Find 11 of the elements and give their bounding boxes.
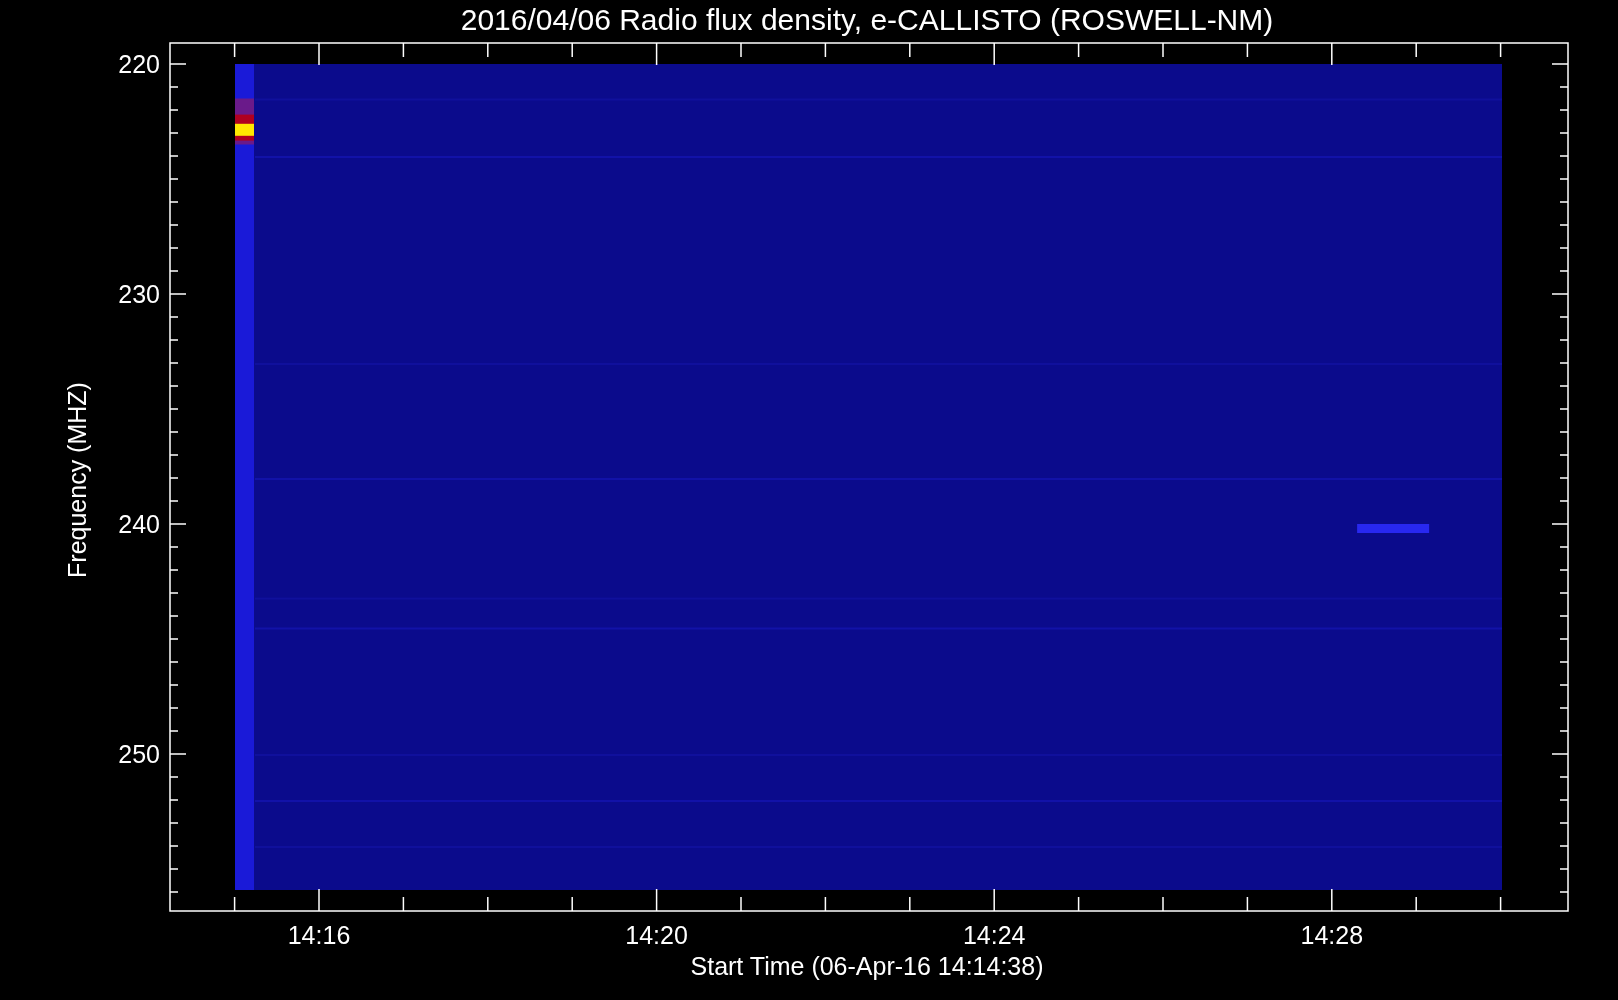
tick-label: 14:24 xyxy=(962,921,1026,949)
axis-label: Frequency (MHZ) xyxy=(63,382,91,578)
plot-title: 2016/04/06 Radio flux density, e-CALLISTO (ROSWELL-NM) xyxy=(460,3,1274,36)
axis-label: Start Time (06-Apr-16 14:14:38) xyxy=(690,952,1044,980)
tick-label: 250 xyxy=(118,740,160,768)
tick-label: 14:16 xyxy=(287,921,351,949)
tick-label: 230 xyxy=(118,280,160,308)
tick-label: 240 xyxy=(118,510,160,538)
tick-label: 220 xyxy=(118,50,160,78)
tick-label: 14:20 xyxy=(625,921,688,949)
tick-label: 14:28 xyxy=(1300,921,1364,949)
